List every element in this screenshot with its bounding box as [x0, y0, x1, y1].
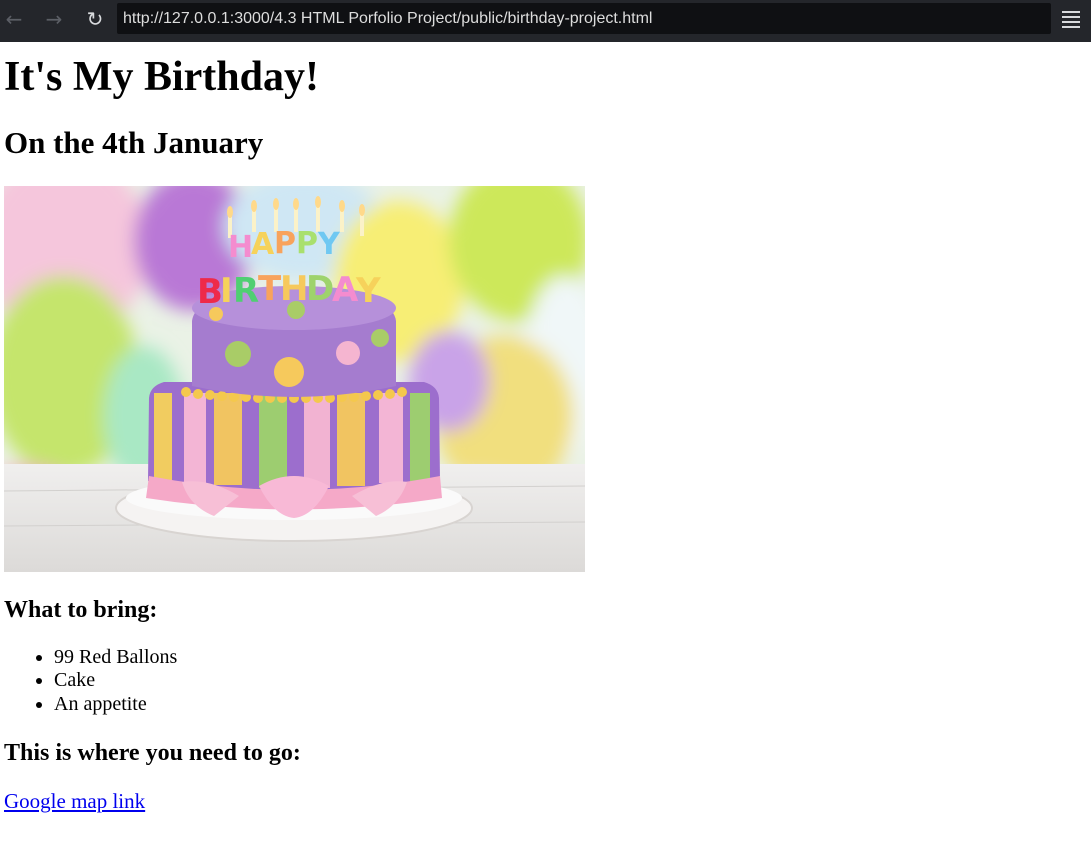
svg-text:Y: Y	[317, 227, 341, 262]
svg-text:T: T	[258, 269, 282, 309]
browser-toolbar: ← → ↻ http://127.0.0.1:3000/4.3 HTML Por…	[0, 0, 1091, 42]
where-heading: This is where you need to go:	[4, 740, 301, 766]
reload-icon[interactable]: ↻	[82, 6, 108, 32]
svg-text:Y: Y	[355, 271, 381, 311]
page-subtitle: On the 4th January	[4, 125, 264, 160]
svg-text:P: P	[274, 226, 296, 261]
svg-text:D: D	[306, 269, 334, 309]
bring-heading: What to bring:	[4, 597, 158, 623]
forward-arrow-icon[interactable]: →	[41, 6, 67, 32]
bring-list: 99 Red Ballons Cake An appetite	[4, 646, 177, 716]
list-item: 99 Red Ballons	[54, 646, 177, 669]
page-title: It's My Birthday!	[4, 54, 319, 100]
back-arrow-icon[interactable]: ←	[1, 6, 27, 32]
svg-text:R: R	[233, 271, 259, 311]
svg-text:P: P	[296, 226, 318, 261]
svg-text:A: A	[251, 227, 275, 262]
hamburger-menu-icon[interactable]	[1060, 8, 1082, 30]
svg-text:H: H	[280, 269, 308, 309]
address-bar[interactable]: http://127.0.0.1:3000/4.3 HTML Porfolio …	[117, 3, 1051, 34]
list-item: Cake	[54, 669, 177, 692]
google-map-link[interactable]: Google map link	[4, 789, 145, 814]
url-text: http://127.0.0.1:3000/4.3 HTML Porfolio …	[123, 9, 653, 27]
list-item: An appetite	[54, 693, 177, 716]
birthday-cake-image: H A P P Y B I R T H D A Y	[4, 186, 585, 572]
svg-text:I: I	[220, 271, 233, 311]
svg-text:A: A	[332, 270, 359, 310]
svg-text:H: H	[228, 230, 253, 265]
